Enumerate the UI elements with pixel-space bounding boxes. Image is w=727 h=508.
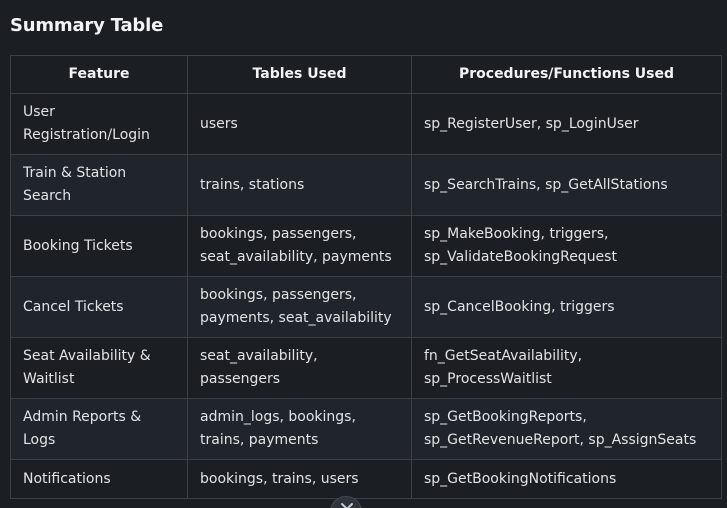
- table-row: Booking Tickets bookings, passengers, se…: [10, 215, 722, 277]
- table-row: Admin Reports & Logs admin_logs, booking…: [10, 398, 722, 460]
- procedures-cell: sp_SearchTrains, sp_GetAllStations: [411, 154, 722, 216]
- tables-cell: trains, stations: [187, 154, 412, 216]
- tables-cell: seat_availability, passengers: [187, 337, 412, 399]
- table-row: Notifications bookings, trains, users sp…: [10, 459, 722, 499]
- procedures-cell: fn_GetSeatAvailability, sp_ProcessWaitli…: [411, 337, 722, 399]
- header-feature: Feature: [10, 55, 188, 94]
- table-row: Seat Availability & Waitlist seat_availa…: [10, 337, 722, 399]
- header-tables-used: Tables Used: [187, 55, 412, 94]
- procedures-cell: sp_RegisterUser, sp_LoginUser: [411, 93, 722, 155]
- feature-cell: User Registration/Login: [10, 93, 188, 155]
- table-header-row: Feature Tables Used Procedures/Functions…: [10, 55, 722, 94]
- tables-cell: bookings, passengers, seat_availability,…: [187, 215, 412, 277]
- feature-cell: Booking Tickets: [10, 215, 188, 277]
- header-procedures-used: Procedures/Functions Used: [411, 55, 722, 94]
- table-row: Train & Station Search trains, stations …: [10, 154, 722, 216]
- tables-cell: users: [187, 93, 412, 155]
- table-row: User Registration/Login users sp_Registe…: [10, 93, 722, 155]
- feature-cell: Notifications: [10, 459, 188, 499]
- feature-cell: Seat Availability & Waitlist: [10, 337, 188, 399]
- chevron-down-icon: [341, 503, 353, 508]
- tables-cell: bookings, trains, users: [187, 459, 412, 499]
- procedures-cell: sp_GetBookingReports, sp_GetRevenueRepor…: [411, 398, 722, 460]
- page: Summary Table Feature Tables Used Proced…: [0, 0, 727, 508]
- page-title: Summary Table: [10, 15, 164, 36]
- feature-cell: Admin Reports & Logs: [10, 398, 188, 460]
- summary-table: Feature Tables Used Procedures/Functions…: [10, 55, 722, 499]
- feature-cell: Train & Station Search: [10, 154, 188, 216]
- procedures-cell: sp_GetBookingNotifications: [411, 459, 722, 499]
- procedures-cell: sp_CancelBooking, triggers: [411, 276, 722, 338]
- tables-cell: admin_logs, bookings, trains, payments: [187, 398, 412, 460]
- table-row: Cancel Tickets bookings, passengers, pay…: [10, 276, 722, 338]
- feature-cell: Cancel Tickets: [10, 276, 188, 338]
- tables-cell: bookings, passengers, payments, seat_ava…: [187, 276, 412, 338]
- procedures-cell: sp_MakeBooking, triggers, sp_ValidateBoo…: [411, 215, 722, 277]
